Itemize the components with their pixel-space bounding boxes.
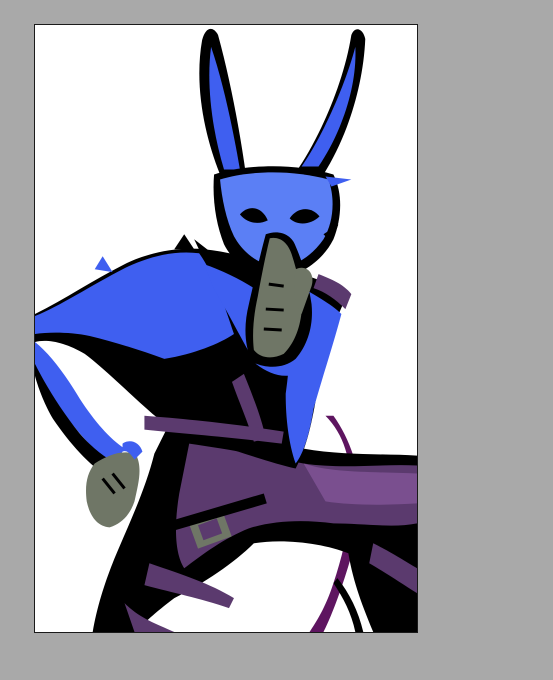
- canvas-workspace[interactable]: [0, 0, 553, 680]
- artboard[interactable]: [34, 24, 418, 633]
- illustration: [35, 25, 417, 632]
